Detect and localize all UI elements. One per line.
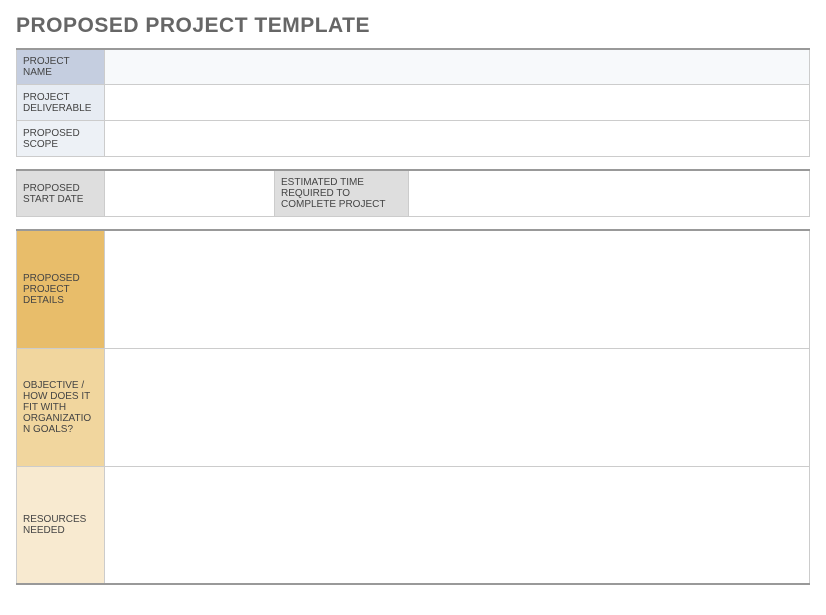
start-date-label: PROPOSED START DATE [17, 170, 105, 217]
est-time-label: ESTIMATED TIME REQUIRED TO COMPLETE PROJ… [275, 170, 409, 217]
timeline-table: PROPOSED START DATE ESTIMATED TIME REQUI… [16, 169, 810, 217]
objective-value[interactable] [105, 348, 810, 466]
project-info-table: PROJECT NAME PROJECT DELIVERABLE PROPOSE… [16, 48, 810, 157]
project-name-label: PROJECT NAME [17, 49, 105, 85]
proposed-details-value[interactable] [105, 230, 810, 348]
details-table: PROPOSED PROJECT DETAILS OBJECTIVE / HOW… [16, 229, 810, 585]
project-deliverable-label: PROJECT DELIVERABLE [17, 85, 105, 121]
project-deliverable-value[interactable] [105, 85, 810, 121]
resources-label: RESOURCES NEEDED [17, 466, 105, 584]
start-date-value[interactable] [105, 170, 275, 217]
resources-value[interactable] [105, 466, 810, 584]
proposed-scope-label: PROPOSED SCOPE [17, 121, 105, 157]
page-title: PROPOSED PROJECT TEMPLATE [16, 14, 810, 38]
proposed-details-label: PROPOSED PROJECT DETAILS [17, 230, 105, 348]
project-name-value[interactable] [105, 49, 810, 85]
proposed-scope-value[interactable] [105, 121, 810, 157]
objective-label: OBJECTIVE / HOW DOES IT FIT WITH ORGANIZ… [17, 348, 105, 466]
est-time-value[interactable] [409, 170, 810, 217]
